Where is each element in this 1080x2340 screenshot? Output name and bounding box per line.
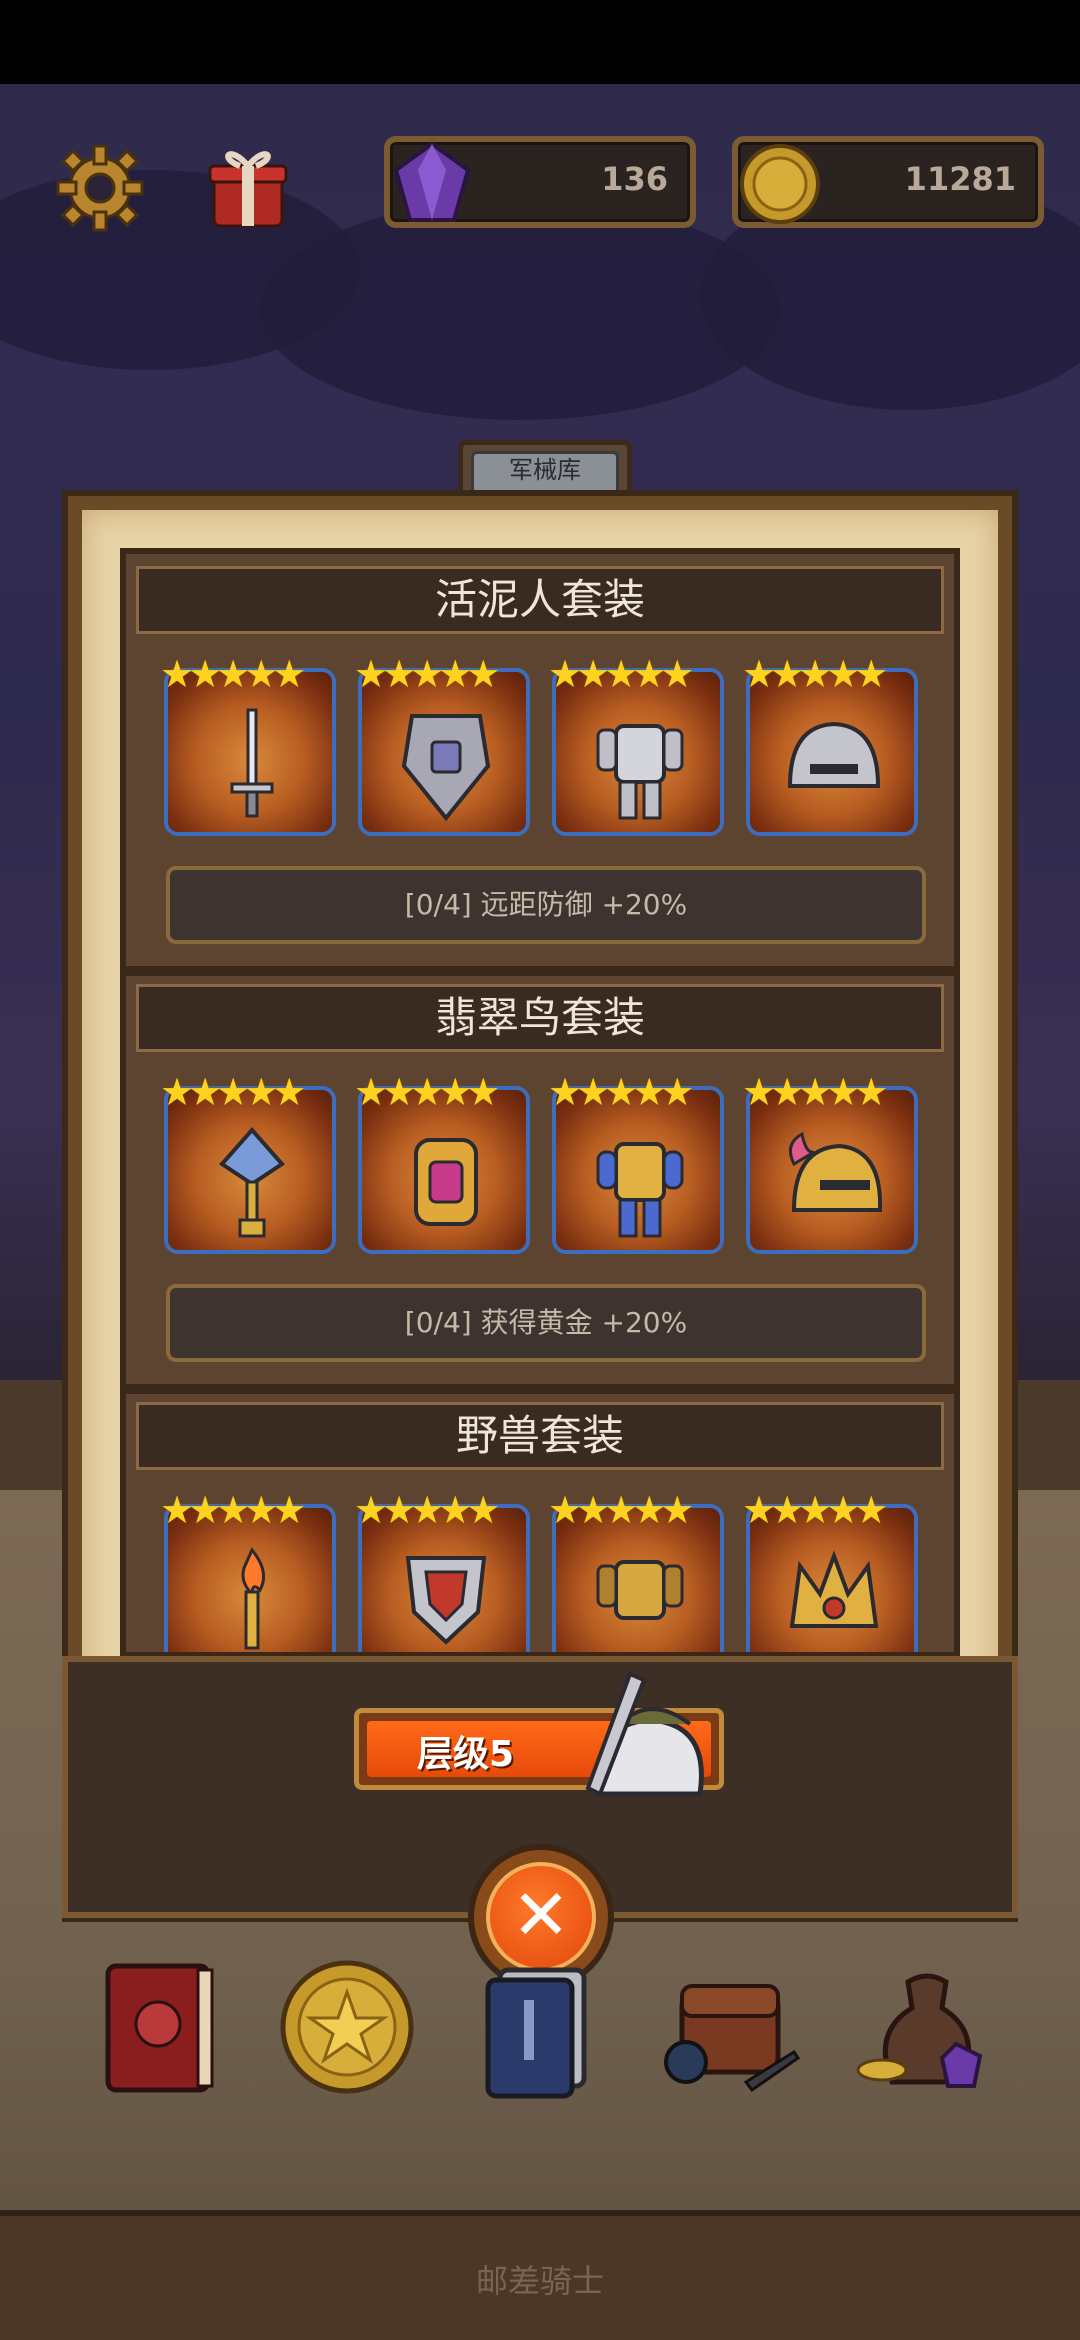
equipment-slot[interactable]: ★★★★★ xyxy=(160,1490,336,1652)
gems-counter: 136 xyxy=(384,136,696,228)
gems-value: 136 xyxy=(601,160,668,198)
card-deck-icon[interactable] xyxy=(466,1952,616,2102)
armor-icon xyxy=(596,724,684,820)
torch-icon xyxy=(241,1547,266,1650)
equipment-slot[interactable]: ★★★★★ xyxy=(742,1072,918,1254)
equipment-slot[interactable]: ★★★★★ xyxy=(742,654,918,836)
game-screen: 邮差骑士 136 11281 军械库 活泥人套装 ★★★★★ ★★★★★ ★★★… xyxy=(0,0,1080,2340)
equipment-slot[interactable]: ★★★★★ xyxy=(548,1490,724,1652)
star-coin-icon[interactable] xyxy=(272,1952,422,2102)
set-bonus: [0/4] 获得黄金 +20% xyxy=(166,1284,926,1362)
star-rating: ★★★★★ xyxy=(354,652,500,696)
star-rating: ★★★★★ xyxy=(354,1070,500,1114)
equipment-slot[interactable]: ★★★★★ xyxy=(354,654,530,836)
star-rating: ★★★★★ xyxy=(548,652,694,696)
loot-sack-icon[interactable] xyxy=(852,1952,1002,2102)
equipment-slot[interactable]: ★★★★★ xyxy=(160,654,336,836)
set-bonus: [0/4] 远距防御 +20% xyxy=(166,866,926,944)
set-divider xyxy=(126,966,954,976)
set-title: 翡翠鸟套装 xyxy=(136,984,944,1052)
sets-list[interactable]: 活泥人套装 ★★★★★ ★★★★★ ★★★★★ ★★★★★ [0/4] 远距防御… xyxy=(120,548,960,1658)
equipment-slot[interactable]: ★★★★★ xyxy=(354,1490,530,1652)
equipment-slot[interactable]: ★★★★★ xyxy=(160,1072,336,1254)
set-divider xyxy=(126,1384,954,1394)
shield-icon xyxy=(401,714,491,822)
coins-counter: 11281 xyxy=(732,136,1044,228)
knight-helmet-icon xyxy=(585,1671,704,1797)
star-rating: ★★★★★ xyxy=(354,1488,500,1532)
armory-tab-label: 军械库 xyxy=(471,451,619,495)
equipment-slot[interactable]: ★★★★★ xyxy=(548,1072,724,1254)
armor-icon xyxy=(596,1142,684,1238)
book-icon[interactable] xyxy=(86,1952,236,2102)
star-rating: ★★★★★ xyxy=(742,1488,888,1532)
sword-icon xyxy=(230,708,274,818)
star-rating: ★★★★★ xyxy=(160,652,306,696)
gem-icon xyxy=(393,141,471,222)
coin-icon xyxy=(740,144,820,224)
gear-icon[interactable] xyxy=(52,140,148,236)
set-title: 活泥人套装 xyxy=(136,566,944,634)
scepter-icon xyxy=(218,1126,286,1238)
star-rating: ★★★★★ xyxy=(548,1488,694,1532)
amulet-icon xyxy=(414,1138,478,1226)
armor-icon xyxy=(596,1560,684,1620)
star-rating: ★★★★★ xyxy=(742,1070,888,1114)
coins-value: 11281 xyxy=(904,160,1016,198)
star-rating: ★★★★★ xyxy=(160,1488,306,1532)
star-rating: ★★★★★ xyxy=(742,652,888,696)
emblem-icon xyxy=(405,1556,487,1645)
crown-icon xyxy=(789,1550,879,1628)
gift-icon[interactable] xyxy=(200,138,296,234)
level-label: 层级5 xyxy=(417,1734,515,1775)
equipment-slot[interactable]: ★★★★★ xyxy=(354,1072,530,1254)
star-rating: ★★★★★ xyxy=(548,1070,694,1114)
set-title: 野兽套装 xyxy=(136,1402,944,1470)
helmet-icon xyxy=(788,1131,883,1212)
equipment-slot[interactable]: ★★★★★ xyxy=(742,1490,918,1652)
equipment-slot[interactable]: ★★★★★ xyxy=(548,654,724,836)
helmet-icon xyxy=(787,721,881,788)
star-rating: ★★★★★ xyxy=(160,1070,306,1114)
adventurer-bag-icon[interactable] xyxy=(656,1952,806,2102)
footer-text: 邮差骑士 xyxy=(475,2262,604,2300)
